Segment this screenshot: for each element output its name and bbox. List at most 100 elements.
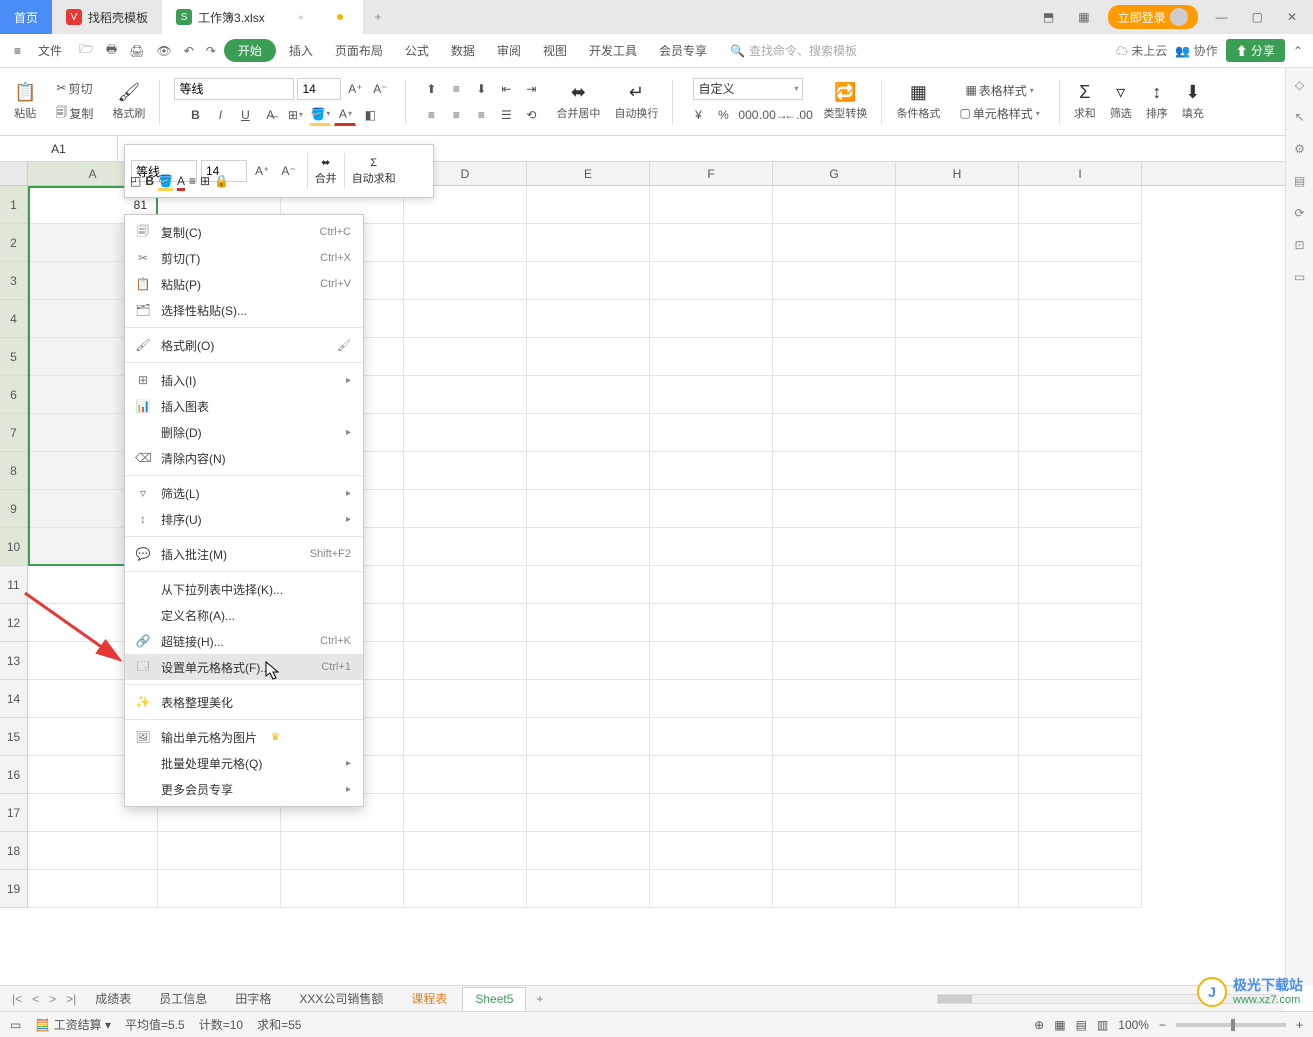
cell[interactable] — [650, 870, 773, 908]
sheet-tab-2[interactable]: 田字格 — [222, 985, 284, 1012]
sheet-nav-prev[interactable]: < — [28, 992, 43, 1006]
cell[interactable] — [773, 224, 896, 262]
cell[interactable] — [896, 338, 1019, 376]
cell[interactable] — [404, 452, 527, 490]
side-nav-icon[interactable]: ◇ — [1295, 78, 1304, 92]
cell[interactable] — [527, 794, 650, 832]
cell[interactable] — [1019, 414, 1142, 452]
italic-icon[interactable]: I — [209, 104, 231, 126]
zoom-level[interactable]: 100% — [1118, 1018, 1149, 1032]
filter-button[interactable]: ▿筛选 — [1106, 72, 1136, 132]
row-header[interactable]: 18 — [0, 832, 28, 870]
command-search[interactable]: 🔍 查找命令、搜索模板 — [730, 42, 857, 59]
orientation-icon[interactable]: ⟲ — [520, 104, 542, 126]
ctx-sort[interactable]: ↕排序(U)▸ — [125, 506, 363, 532]
align-top-icon[interactable]: ⬆ — [420, 78, 442, 100]
tab-workbook[interactable]: S 工作簿3.xlsx ▫ — [162, 0, 363, 34]
cell[interactable] — [650, 376, 773, 414]
cell[interactable] — [773, 718, 896, 756]
cell[interactable] — [1019, 490, 1142, 528]
cell[interactable] — [896, 376, 1019, 414]
cell[interactable] — [404, 490, 527, 528]
cell[interactable] — [773, 452, 896, 490]
ctx-to-image[interactable]: 🖼输出单元格为图片♛ — [125, 724, 363, 750]
cell[interactable] — [527, 832, 650, 870]
cell[interactable] — [527, 300, 650, 338]
row-header[interactable]: 12 — [0, 604, 28, 642]
cell[interactable] — [404, 756, 527, 794]
ctx-insert-chart[interactable]: 📊插入图表 — [125, 393, 363, 419]
cell[interactable] — [527, 642, 650, 680]
cell[interactable] — [404, 414, 527, 452]
fill-color-icon[interactable]: 🪣▾ — [309, 104, 331, 126]
cell[interactable] — [896, 262, 1019, 300]
cell[interactable] — [1019, 832, 1142, 870]
ctx-paste-special[interactable]: 🗂选择性粘贴(S)... — [125, 297, 363, 323]
mini-highlight-icon[interactable]: ◰ — [130, 174, 141, 191]
status-mode-icon[interactable]: ▭ — [10, 1018, 21, 1032]
cell[interactable] — [773, 642, 896, 680]
menu-review[interactable]: 审阅 — [488, 37, 530, 64]
side-more-icon[interactable]: ▭ — [1294, 270, 1305, 284]
mini-border-icon[interactable]: ⊞ — [200, 174, 210, 191]
cell[interactable] — [896, 186, 1019, 224]
menu-view[interactable]: 视图 — [534, 37, 576, 64]
menu-file[interactable]: 文件 — [29, 37, 71, 64]
ctx-copy[interactable]: 🗐复制(C)Ctrl+C — [125, 219, 363, 245]
cell[interactable] — [650, 794, 773, 832]
cell[interactable] — [281, 832, 404, 870]
cell[interactable] — [404, 566, 527, 604]
mini-shrink-icon[interactable]: A⁻ — [277, 161, 299, 181]
cell[interactable] — [527, 528, 650, 566]
paste-group[interactable]: 📋粘贴 — [10, 72, 40, 132]
sheet-nav-last[interactable]: >| — [62, 992, 80, 1006]
row-header[interactable]: 7 — [0, 414, 28, 452]
sheet-tab-1[interactable]: 员工信息 — [146, 985, 220, 1012]
ctx-batch[interactable]: 批量处理单元格(Q)▸ — [125, 750, 363, 776]
copy-button[interactable]: 🗐 复制 — [50, 100, 98, 127]
zoom-out-button[interactable]: − — [1159, 1018, 1166, 1032]
row-header[interactable]: 14 — [0, 680, 28, 718]
cell[interactable] — [773, 300, 896, 338]
row-header[interactable]: 3 — [0, 262, 28, 300]
mini-merge-button[interactable]: ⬌合并 — [315, 156, 337, 186]
tab-menu-icon[interactable]: ▫ — [299, 10, 303, 24]
fill-button[interactable]: ⬇填充 — [1178, 72, 1208, 132]
ctx-insert[interactable]: ⊞插入(I)▸ — [125, 367, 363, 393]
cell[interactable] — [650, 756, 773, 794]
merge-button[interactable]: ⬌合并居中 — [552, 72, 604, 132]
sheet-tab-5[interactable]: Sheet5 — [462, 987, 526, 1011]
add-sheet-button[interactable]: + — [528, 992, 551, 1006]
cell[interactable] — [1019, 642, 1142, 680]
align-right-icon[interactable]: ≡ — [470, 104, 492, 126]
cell[interactable] — [773, 680, 896, 718]
align-left-icon[interactable]: ≡ — [420, 104, 442, 126]
cell[interactable] — [773, 794, 896, 832]
cell[interactable] — [896, 794, 1019, 832]
cell[interactable] — [650, 414, 773, 452]
h-scrollbar[interactable] — [937, 994, 1277, 1004]
cell[interactable] — [527, 224, 650, 262]
cell[interactable] — [1019, 870, 1142, 908]
ctx-comment[interactable]: 💬插入批注(M)Shift+F2 — [125, 541, 363, 567]
new-tab-button[interactable]: + — [363, 0, 393, 34]
mini-bold-icon[interactable]: B — [145, 174, 154, 191]
row-header[interactable]: 10 — [0, 528, 28, 566]
table-style-button[interactable]: ▦ 表格样式▾ — [960, 79, 1038, 102]
ctx-dropdown[interactable]: 从下拉列表中选择(K)... — [125, 576, 363, 602]
layout-icon[interactable]: ⬒ — [1037, 6, 1060, 28]
print-icon[interactable]: 🖨 — [125, 40, 148, 62]
ctx-filter[interactable]: ▿筛选(L)▸ — [125, 480, 363, 506]
ctx-paste[interactable]: 📋粘贴(P)Ctrl+V — [125, 271, 363, 297]
cell[interactable] — [527, 718, 650, 756]
cell[interactable] — [1019, 718, 1142, 756]
indent-inc-icon[interactable]: ⇥ — [520, 78, 542, 100]
side-help-icon[interactable]: ⊡ — [1294, 238, 1304, 252]
cell[interactable] — [158, 870, 281, 908]
cell[interactable] — [773, 870, 896, 908]
sheet-tab-4[interactable]: 课程表 — [398, 985, 460, 1012]
cell[interactable] — [527, 566, 650, 604]
tab-templates[interactable]: V 找稻壳模板 — [52, 0, 162, 34]
cell[interactable] — [1019, 794, 1142, 832]
menu-start[interactable]: 开始 — [224, 39, 276, 62]
